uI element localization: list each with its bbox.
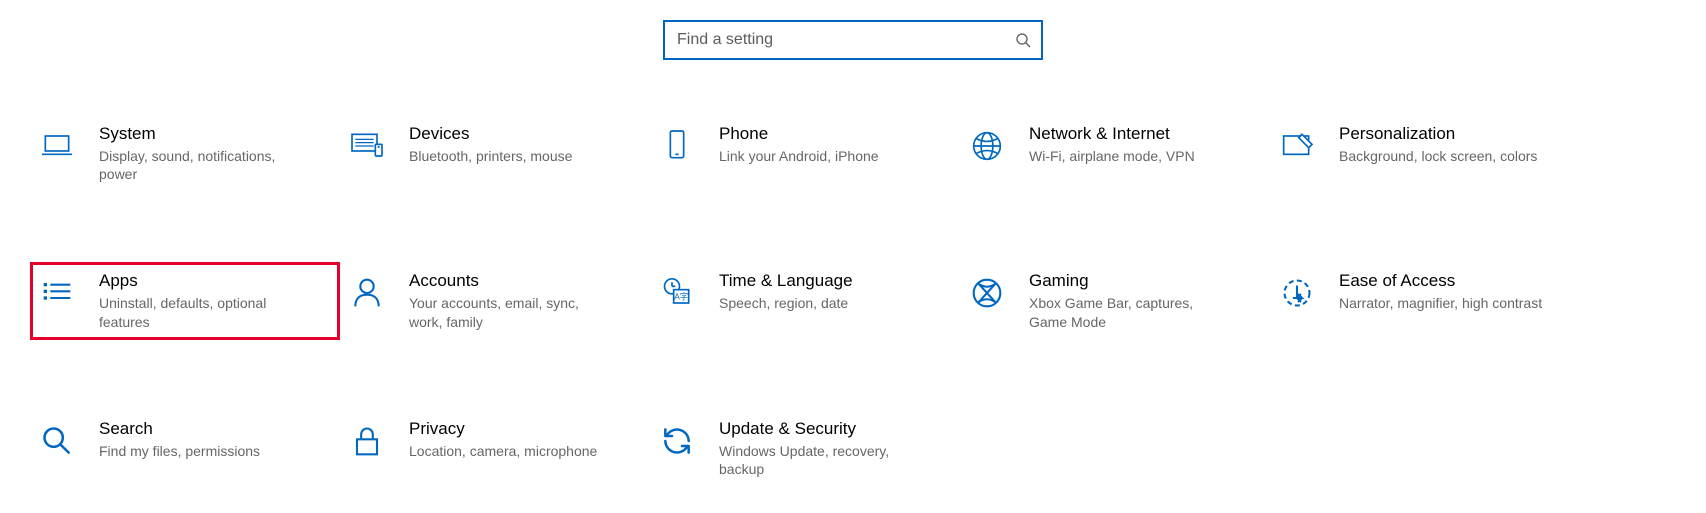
category-title: Search bbox=[99, 419, 260, 439]
category-text: Devices Bluetooth, printers, mouse bbox=[409, 124, 572, 165]
keyboard-icon bbox=[347, 126, 387, 166]
category-text: Privacy Location, camera, microphone bbox=[409, 419, 597, 460]
gaming-icon bbox=[967, 273, 1007, 313]
apps-icon bbox=[37, 273, 77, 313]
category-title: Gaming bbox=[1029, 271, 1234, 291]
category-text: Search Find my files, permissions bbox=[99, 419, 260, 460]
category-description: Display, sound, notifications, power bbox=[99, 147, 304, 183]
settings-grid: System Display, sound, notifications, pow… bbox=[0, 115, 1706, 487]
category-title: Network & Internet bbox=[1029, 124, 1195, 144]
update-icon bbox=[657, 421, 697, 461]
phone-icon bbox=[657, 126, 697, 166]
category-description: Your accounts, email, sync, work, family bbox=[409, 294, 614, 330]
category-system[interactable]: System Display, sound, notifications, pow… bbox=[30, 115, 340, 192]
search-container bbox=[0, 0, 1706, 115]
category-description: Narrator, magnifier, high contrast bbox=[1339, 294, 1542, 312]
category-description: Bluetooth, printers, mouse bbox=[409, 147, 572, 165]
ease-icon bbox=[1277, 273, 1317, 313]
category-text: Update & Security Windows Update, recover… bbox=[719, 419, 924, 478]
category-description: Location, camera, microphone bbox=[409, 442, 597, 460]
category-title: Devices bbox=[409, 124, 572, 144]
category-text: Phone Link your Android, iPhone bbox=[719, 124, 879, 165]
category-title: Apps bbox=[99, 271, 304, 291]
category-ease[interactable]: Ease of Access Narrator, magnifier, high … bbox=[1270, 262, 1580, 339]
category-privacy[interactable]: Privacy Location, camera, microphone bbox=[340, 410, 650, 487]
category-accounts[interactable]: Accounts Your accounts, email, sync, work… bbox=[340, 262, 650, 339]
category-title: Ease of Access bbox=[1339, 271, 1542, 291]
category-gaming[interactable]: Gaming Xbox Game Bar, captures, Game Mode bbox=[960, 262, 1270, 339]
globe-icon bbox=[967, 126, 1007, 166]
category-text: Time & Language Speech, region, date bbox=[719, 271, 853, 312]
lock-icon bbox=[347, 421, 387, 461]
category-description: Xbox Game Bar, captures, Game Mode bbox=[1029, 294, 1234, 330]
personalize-icon bbox=[1277, 126, 1317, 166]
category-update[interactable]: Update & Security Windows Update, recover… bbox=[650, 410, 960, 487]
category-time[interactable]: Time & Language Speech, region, date bbox=[650, 262, 960, 339]
category-text: Network & Internet Wi-Fi, airplane mode, … bbox=[1029, 124, 1195, 165]
category-personalization[interactable]: Personalization Background, lock screen, … bbox=[1270, 115, 1580, 192]
category-phone[interactable]: Phone Link your Android, iPhone bbox=[650, 115, 960, 192]
category-title: Time & Language bbox=[719, 271, 853, 291]
category-text: Gaming Xbox Game Bar, captures, Game Mode bbox=[1029, 271, 1234, 330]
category-description: Wi-Fi, airplane mode, VPN bbox=[1029, 147, 1195, 165]
search-box[interactable] bbox=[663, 20, 1043, 60]
category-title: Privacy bbox=[409, 419, 597, 439]
category-text: Personalization Background, lock screen, … bbox=[1339, 124, 1537, 165]
category-devices[interactable]: Devices Bluetooth, printers, mouse bbox=[340, 115, 650, 192]
category-text: Ease of Access Narrator, magnifier, high … bbox=[1339, 271, 1542, 312]
category-title: Accounts bbox=[409, 271, 614, 291]
person-icon bbox=[347, 273, 387, 313]
category-title: Phone bbox=[719, 124, 879, 144]
category-title: Update & Security bbox=[719, 419, 924, 439]
category-description: Find my files, permissions bbox=[99, 442, 260, 460]
time-language-icon bbox=[657, 273, 697, 313]
category-text: Accounts Your accounts, email, sync, work… bbox=[409, 271, 614, 330]
category-search[interactable]: Search Find my files, permissions bbox=[30, 410, 340, 487]
search-input[interactable] bbox=[677, 31, 1015, 49]
search-cat-icon bbox=[37, 421, 77, 461]
category-title: Personalization bbox=[1339, 124, 1537, 144]
category-description: Background, lock screen, colors bbox=[1339, 147, 1537, 165]
category-description: Link your Android, iPhone bbox=[719, 147, 879, 165]
search-icon bbox=[1015, 32, 1031, 48]
laptop-icon bbox=[37, 126, 77, 166]
category-description: Uninstall, defaults, optional features bbox=[99, 294, 304, 330]
category-description: Speech, region, date bbox=[719, 294, 853, 312]
category-apps[interactable]: Apps Uninstall, defaults, optional featur… bbox=[30, 262, 340, 339]
category-text: System Display, sound, notifications, pow… bbox=[99, 124, 304, 183]
category-title: System bbox=[99, 124, 304, 144]
category-text: Apps Uninstall, defaults, optional featur… bbox=[99, 271, 304, 330]
category-description: Windows Update, recovery, backup bbox=[719, 442, 924, 478]
category-network[interactable]: Network & Internet Wi-Fi, airplane mode, … bbox=[960, 115, 1270, 192]
